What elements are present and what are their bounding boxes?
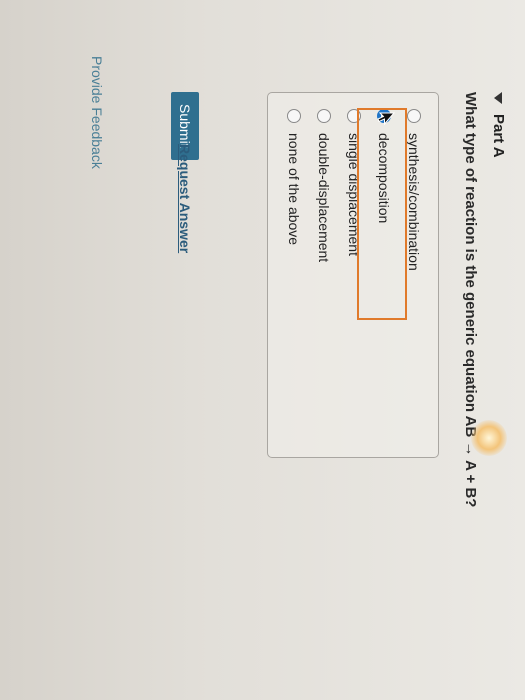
radio-button[interactable] (317, 109, 331, 123)
option-none-of-the-above[interactable]: none of the above (286, 109, 302, 245)
radio-button[interactable] (287, 109, 301, 123)
radio-button[interactable] (407, 109, 421, 123)
option-double-displacement[interactable]: double-displacement (316, 109, 332, 262)
option-label: none of the above (286, 133, 302, 246)
light-glare (471, 420, 507, 456)
selection-focus-outline (357, 108, 407, 320)
answer-options-box: synthesis/combination decomposition sing… (267, 92, 439, 458)
part-title: Part A (490, 114, 507, 158)
request-answer-link[interactable]: Request Answer (171, 144, 199, 253)
part-header[interactable]: Part A (490, 92, 507, 158)
option-label: synthesis/combination (406, 133, 422, 271)
collapse-triangle-icon[interactable] (494, 92, 503, 104)
option-label: double-displacement (316, 133, 332, 263)
mouse-cursor-icon (377, 112, 395, 126)
provide-feedback-link[interactable]: Provide Feedback (89, 56, 105, 169)
page-rotated-view: Part A What type of reaction is the gene… (0, 0, 525, 700)
option-synthesis[interactable]: synthesis/combination (406, 109, 422, 271)
